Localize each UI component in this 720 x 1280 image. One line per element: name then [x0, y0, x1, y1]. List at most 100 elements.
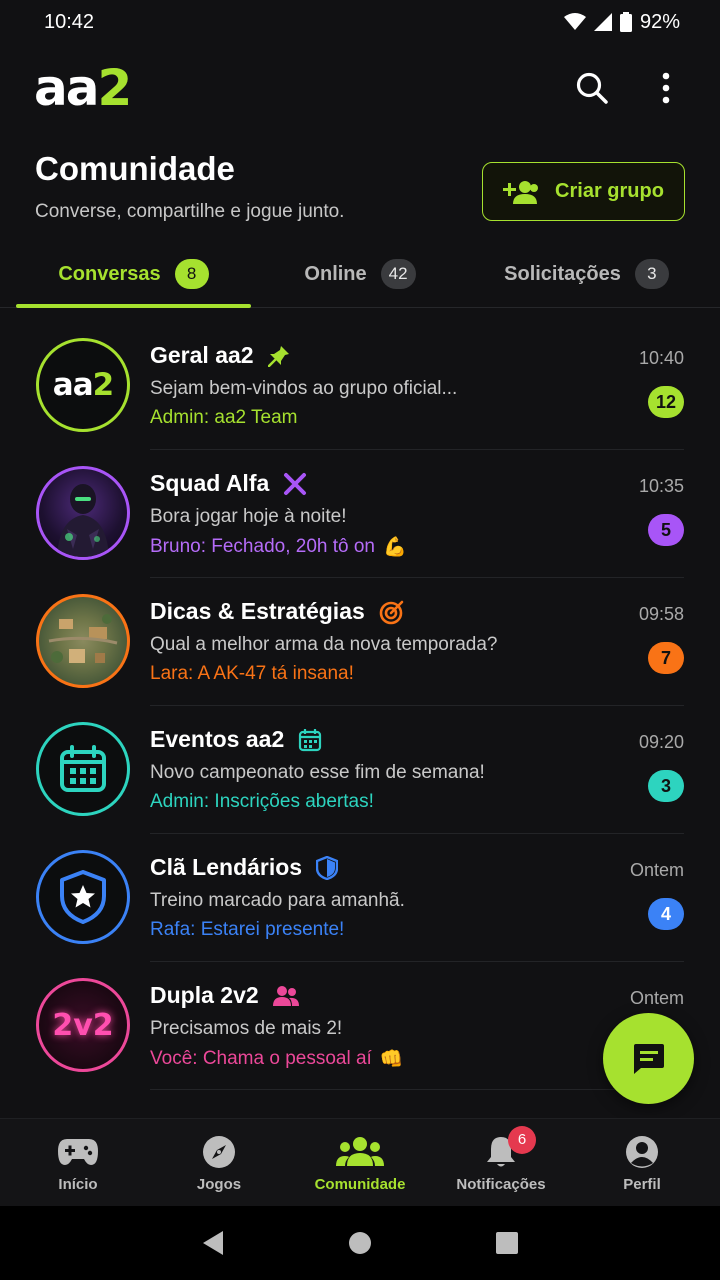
status-time: 10:42	[44, 10, 95, 33]
avatar-text: 2v2	[52, 1007, 114, 1043]
unread-badge: 12	[648, 386, 684, 418]
avatar	[36, 594, 130, 688]
conversation-preview: Novo campeonato esse fim de semana!	[150, 762, 485, 783]
profile-icon	[626, 1135, 658, 1168]
shield-star-avatar-icon	[60, 870, 106, 924]
conversation-list: aa2 Geral aa2 Sejam bem-vindos ao grupo …	[0, 322, 720, 1090]
conversation-last-sender: Lara: A AK-47 tá insana!	[150, 663, 354, 684]
flexed-biceps-emoji: 💪	[383, 537, 407, 558]
unread-badge: 5	[648, 514, 684, 546]
conversation-item[interactable]: aa2 Geral aa2 Sejam bem-vindos ao grupo …	[0, 322, 720, 450]
tab-count: 3	[634, 259, 669, 289]
tab-count: 8	[174, 259, 209, 289]
tab-conversas[interactable]: Conversas 8	[16, 240, 251, 308]
notification-count-badge: 6	[508, 1125, 536, 1154]
chat-icon	[633, 1043, 664, 1074]
pin-icon	[267, 345, 289, 367]
avatar-logo: aa2	[52, 367, 114, 403]
shield-icon	[316, 855, 339, 880]
system-navigation-bar	[0, 1206, 720, 1280]
gamepad-icon	[58, 1138, 98, 1165]
conversation-last-sender: Bruno: Fechado, 20h tô on 💪	[150, 536, 407, 558]
conversation-time: Ontem	[629, 988, 684, 1008]
conversation-last-sender: Rafa: Estarei presente!	[150, 919, 345, 940]
tab-count: 42	[380, 259, 416, 289]
calendar-avatar-icon	[60, 745, 106, 792]
nav-label: Notificações	[456, 1175, 546, 1193]
conversation-preview: Precisamos de mais 2!	[150, 1018, 343, 1039]
conversation-last-sender: Admin: aa2 Team	[150, 407, 298, 428]
avatar	[36, 466, 130, 560]
map-avatar-image	[48, 614, 118, 663]
conversation-time: 10:35	[638, 476, 684, 496]
create-group-button[interactable]: Criar grupo	[482, 162, 685, 221]
conversation-preview: Treino marcado para amanhã.	[150, 890, 405, 911]
more-vert-icon	[662, 72, 670, 104]
fist-emoji: 👊	[379, 1049, 404, 1070]
app-header: aa2	[0, 52, 720, 124]
search-icon	[576, 72, 608, 104]
avatar	[36, 850, 130, 944]
nav-comunidade[interactable]: Comunidade	[288, 1119, 432, 1207]
recents-icon[interactable]	[495, 1231, 519, 1255]
wifi-icon	[563, 13, 586, 30]
conversation-item[interactable]: Dicas & Estratégias Qual a melhor arma d…	[0, 578, 720, 706]
bottom-navigation: Início Jogos Comunidade 6 Notificações P…	[0, 1118, 720, 1206]
back-icon[interactable]	[201, 1230, 225, 1256]
app-logo[interactable]: aa2	[34, 63, 132, 113]
conversation-name: Eventos aa2	[150, 726, 322, 753]
compass-icon	[203, 1135, 235, 1168]
conversation-name: Dicas & Estratégias	[150, 598, 405, 625]
new-message-fab[interactable]	[603, 1013, 694, 1104]
tab-online[interactable]: Online 42	[251, 240, 469, 308]
battery-level: 92%	[639, 10, 680, 33]
conversation-name: Clã Lendários	[150, 854, 339, 881]
conversation-name: Dupla 2v2	[150, 982, 299, 1009]
conversation-time: 09:58	[638, 604, 684, 624]
soldier-avatar-image	[57, 484, 109, 557]
nav-label: Comunidade	[314, 1175, 406, 1193]
nav-perfil[interactable]: Perfil	[570, 1119, 714, 1207]
conversation-time: Ontem	[629, 860, 684, 880]
avatar: aa2	[36, 338, 130, 432]
tab-label: Online	[304, 262, 367, 285]
status-icons: 92%	[563, 10, 680, 34]
nav-jogos[interactable]: Jogos	[147, 1119, 291, 1207]
nav-inicio[interactable]: Início	[6, 1119, 150, 1207]
calendar-icon	[299, 728, 322, 751]
conversation-preview: Sejam bem-vindos ao grupo oficial...	[150, 378, 458, 399]
conversation-name: Geral aa2	[150, 342, 290, 369]
tab-indicator	[16, 304, 251, 308]
unread-badge: 3	[648, 770, 684, 802]
avatar: 2v2	[36, 978, 130, 1072]
conversation-time: 10:40	[638, 348, 684, 368]
search-button[interactable]	[572, 68, 612, 108]
target-icon	[379, 600, 404, 624]
conversation-item[interactable]: Clã Lendários Treino marcado para amanhã…	[0, 834, 720, 962]
tab-solicitacoes[interactable]: Solicitações 3	[469, 240, 704, 308]
nav-label: Início	[58, 1175, 98, 1193]
conversation-item[interactable]: Eventos aa2 Novo campeonato esse fim de …	[0, 706, 720, 834]
page-title: Comunidade	[35, 150, 235, 187]
conversation-preview: Bora jogar hoje à noite!	[150, 506, 347, 527]
conversation-last-sender: Admin: Inscrições abertas!	[150, 791, 374, 812]
tab-label: Solicitações	[504, 262, 621, 285]
tab-label: Conversas	[58, 262, 161, 285]
unread-badge: 7	[648, 642, 684, 674]
battery-icon	[619, 12, 632, 32]
community-icon	[336, 1136, 384, 1166]
home-icon[interactable]	[348, 1231, 372, 1255]
conversation-last-sender: Você: Chama o pessoal aí 👊	[150, 1048, 404, 1070]
tab-bar: Conversas 8 Online 42 Solicitações 3	[0, 240, 720, 308]
nav-label: Perfil	[623, 1175, 661, 1193]
create-group-label: Criar grupo	[555, 180, 664, 202]
unread-badge: 4	[648, 898, 684, 930]
conversation-preview: Qual a melhor arma da nova temporada?	[150, 634, 498, 655]
avatar	[36, 722, 130, 816]
users-icon	[272, 985, 299, 1006]
page-subtitle: Converse, compartilhe e jogue junto.	[35, 201, 345, 222]
nav-notificacoes[interactable]: 6 Notificações	[429, 1119, 573, 1207]
conversation-item[interactable]: Squad Alfa Bora jogar hoje à noite! Brun…	[0, 450, 720, 578]
crossed-swords-icon	[284, 472, 307, 495]
more-options-button[interactable]	[646, 68, 686, 108]
